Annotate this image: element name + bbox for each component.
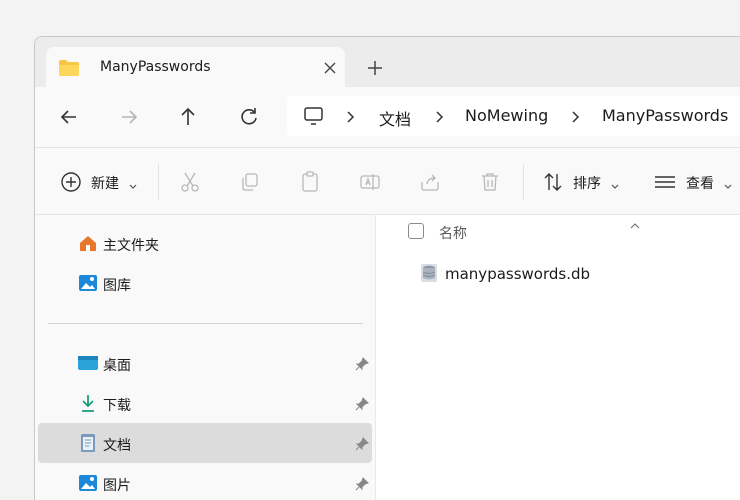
sort-icon[interactable] bbox=[541, 170, 565, 194]
new-button-label[interactable]: 新建 bbox=[91, 173, 119, 193]
desktop-icon bbox=[78, 353, 98, 373]
view-lines-icon[interactable] bbox=[653, 170, 677, 194]
sidebar-item-desktop[interactable]: 桌面 bbox=[38, 343, 372, 383]
close-icon[interactable] bbox=[320, 58, 340, 78]
file-explorer-window: ManyPasswords 文档 NoMewing ManyPasswords … bbox=[34, 36, 740, 500]
rename-icon[interactable] bbox=[358, 170, 382, 194]
tab-title: ManyPasswords bbox=[100, 59, 211, 75]
share-icon[interactable] bbox=[418, 170, 442, 194]
plus-icon[interactable] bbox=[365, 58, 385, 78]
select-all-checkbox[interactable] bbox=[408, 223, 424, 239]
file-name: manypasswords.db bbox=[445, 265, 591, 283]
view-button-label[interactable]: 查看 bbox=[686, 173, 714, 193]
chevron-down-icon[interactable] bbox=[724, 176, 732, 189]
monitor-icon[interactable] bbox=[303, 106, 325, 126]
toolbar-divider bbox=[523, 164, 524, 200]
paste-icon[interactable] bbox=[298, 170, 322, 194]
plus-circle-icon[interactable] bbox=[59, 170, 83, 194]
arrow-up-icon[interactable] bbox=[176, 105, 200, 129]
chevron-right-icon[interactable] bbox=[434, 109, 446, 123]
sidebar-item-home[interactable]: 主文件夹 bbox=[38, 223, 372, 263]
sort-up-icon bbox=[629, 215, 641, 229]
chevron-down-icon[interactable] bbox=[129, 176, 137, 189]
delete-icon[interactable] bbox=[478, 170, 502, 194]
home-icon bbox=[78, 233, 98, 253]
pictures-icon bbox=[78, 473, 98, 493]
file-row[interactable]: manypasswords.db bbox=[416, 261, 736, 287]
chevron-right-icon[interactable] bbox=[345, 109, 357, 123]
command-bar: 新建 排序 查看 bbox=[35, 147, 740, 215]
sidebar-item-gallery[interactable]: 图库 bbox=[38, 263, 372, 303]
column-header-name[interactable]: 名称 bbox=[439, 223, 467, 243]
pin-icon[interactable] bbox=[355, 356, 369, 371]
toolbar-divider bbox=[158, 164, 159, 200]
breadcrumb-manypasswords[interactable]: ManyPasswords bbox=[602, 106, 728, 125]
sidebar-item-label: 图库 bbox=[103, 278, 131, 294]
sidebar-item-label: 下载 bbox=[103, 398, 131, 414]
arrow-right-icon[interactable] bbox=[117, 105, 141, 129]
sidebar-item-documents[interactable]: 文档 bbox=[38, 423, 372, 463]
download-icon bbox=[78, 393, 98, 413]
sidebar-item-pictures[interactable]: 图片 bbox=[38, 463, 372, 500]
breadcrumb-documents[interactable]: 文档 bbox=[379, 106, 411, 130]
refresh-icon[interactable] bbox=[237, 105, 261, 129]
file-list: 名称 manypasswords.db bbox=[375, 215, 740, 500]
breadcrumb-nomewing[interactable]: NoMewing bbox=[465, 106, 548, 125]
copy-icon[interactable] bbox=[238, 170, 262, 194]
sidebar-item-label: 主文件夹 bbox=[103, 238, 159, 254]
sidebar-item-label: 文档 bbox=[103, 438, 131, 454]
sidebar-item-downloads[interactable]: 下载 bbox=[38, 383, 372, 423]
pin-icon[interactable] bbox=[355, 436, 369, 451]
tab-manypasswords[interactable]: ManyPasswords bbox=[46, 47, 345, 87]
sort-button-label[interactable]: 排序 bbox=[573, 173, 601, 193]
pin-icon[interactable] bbox=[355, 476, 369, 491]
database-file-icon bbox=[420, 263, 438, 283]
document-icon bbox=[78, 433, 98, 453]
chevron-down-icon[interactable] bbox=[611, 176, 619, 189]
address-bar[interactable]: 文档 NoMewing ManyPasswords bbox=[287, 96, 740, 136]
pin-icon[interactable] bbox=[355, 396, 369, 411]
navigation-pane: 主文件夹 图库 桌面 下载 文档 图片 bbox=[35, 215, 375, 500]
arrow-left-icon[interactable] bbox=[57, 105, 81, 129]
nav-divider bbox=[48, 323, 363, 324]
chevron-right-icon[interactable] bbox=[570, 109, 582, 123]
cut-icon[interactable] bbox=[178, 170, 202, 194]
navigation-bar: 文档 NoMewing ManyPasswords bbox=[35, 87, 740, 147]
sidebar-item-label: 桌面 bbox=[103, 358, 131, 374]
gallery-icon bbox=[78, 273, 98, 293]
folder-icon bbox=[58, 59, 80, 81]
sidebar-item-label: 图片 bbox=[103, 478, 131, 494]
tab-strip: ManyPasswords bbox=[35, 37, 740, 87]
